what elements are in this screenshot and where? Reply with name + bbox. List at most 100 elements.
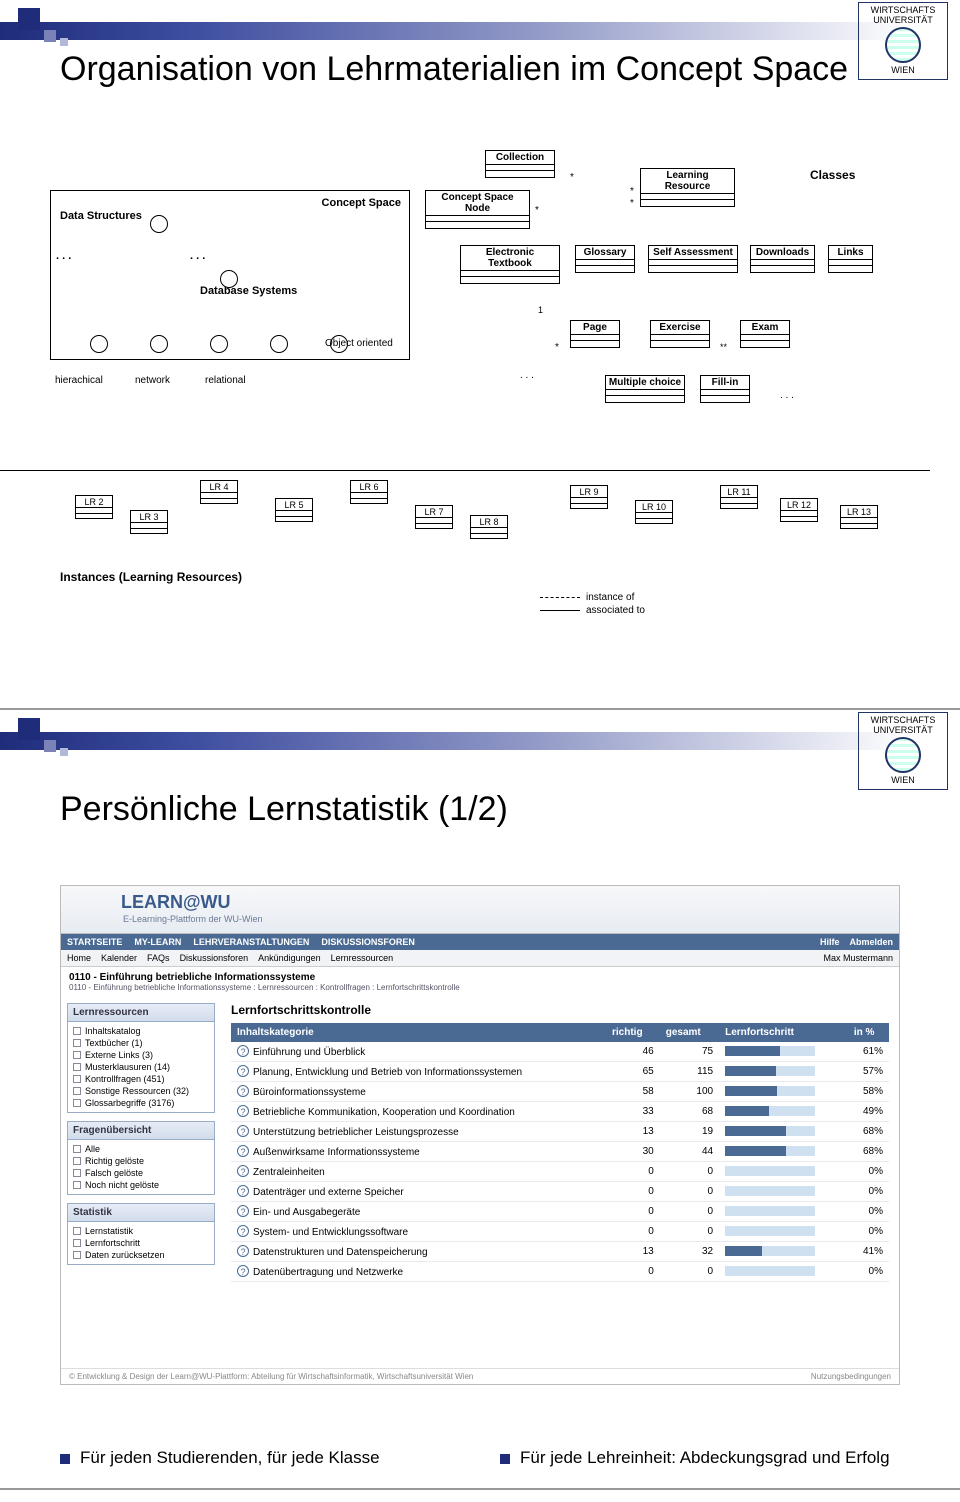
cell-name[interactable]: ?Zentraleinheiten	[231, 1162, 606, 1182]
footer-terms[interactable]: Nutzungsbedingungen	[811, 1372, 891, 1381]
cell-richtig: 13	[606, 1122, 660, 1142]
instances-label: Instances (Learning Resources)	[60, 570, 242, 584]
sidebar-item[interactable]: Lernstatistik	[73, 1225, 209, 1237]
decor-square	[44, 740, 56, 752]
sidebar-item[interactable]: Lernfortschritt	[73, 1237, 209, 1249]
cell-name[interactable]: ?Datenübertragung und Netzwerke	[231, 1262, 606, 1282]
nav-logout[interactable]: Abmelden	[849, 937, 893, 947]
main-content: Lernfortschrittskontrolle Inhaltskategor…	[221, 997, 899, 1288]
wu-logo: WIRTSCHAFTS UNIVERSITÄT WIEN	[858, 2, 948, 80]
links-class: Links	[828, 245, 873, 273]
banner: LEARN@WU E-Learning-Plattform der WU-Wie…	[61, 886, 899, 934]
cell-name[interactable]: ?Ein- und Ausgabegeräte	[231, 1202, 606, 1222]
wu-logo: WIRTSCHAFTS UNIVERSITÄT WIEN	[858, 712, 948, 790]
col-gesamt: gesamt	[660, 1023, 719, 1042]
glossary-class: Glossary	[575, 245, 635, 273]
nav-item[interactable]: STARTSEITE	[67, 937, 122, 947]
page-class: Page	[570, 320, 620, 348]
node-circle	[150, 215, 168, 233]
cell-percent: 49%	[848, 1102, 889, 1122]
question-icon: ?	[237, 1065, 249, 1077]
nav-help[interactable]: Hilfe	[820, 937, 840, 947]
header-gradient-bar	[0, 732, 960, 750]
panel-list: InhaltskatalogTextbücher (1)Externe Link…	[68, 1022, 214, 1112]
cell-bar	[719, 1222, 848, 1242]
cell-gesamt: 68	[660, 1102, 719, 1122]
nav-item[interactable]: DISKUSSIONSFOREN	[321, 937, 415, 947]
header-decor-blocks	[18, 718, 68, 756]
cell-name[interactable]: ?Außenwirksame Informationssysteme	[231, 1142, 606, 1162]
decor-square	[18, 8, 40, 30]
cell-name[interactable]: ?Betriebliche Kommunikation, Kooperation…	[231, 1102, 606, 1122]
cell-gesamt: 0	[660, 1262, 719, 1282]
cell-gesamt: 0	[660, 1222, 719, 1242]
slide-title: Organisation von Lehrmaterialien im Conc…	[60, 50, 848, 89]
dots-label: . . .	[520, 370, 534, 381]
cell-name[interactable]: ?Planung, Entwicklung und Betrieb von In…	[231, 1062, 606, 1082]
decor-square	[18, 718, 40, 740]
sidebar-item[interactable]: Inhaltskatalog	[73, 1025, 209, 1037]
cell-name[interactable]: ?Datenträger und externe Speicher	[231, 1182, 606, 1202]
lr-instance: LR 4	[200, 480, 238, 504]
sidebar-item[interactable]: Richtig gelöste	[73, 1155, 209, 1167]
cell-name[interactable]: ?Büroinformationssysteme	[231, 1082, 606, 1102]
lr-instance: LR 5	[275, 498, 313, 522]
sidebar-item[interactable]: Noch nicht gelöste	[73, 1179, 209, 1191]
subnav-item[interactable]: Lernressourcen	[331, 953, 394, 963]
sidebar-item[interactable]: Musterklausuren (14)	[73, 1061, 209, 1073]
cell-percent: 0%	[848, 1182, 889, 1202]
table-row: ?Ein- und Ausgabegeräte000%	[231, 1202, 889, 1222]
stats-table: Inhaltskategorie richtig gesamt Lernfort…	[231, 1023, 889, 1282]
cell-percent: 0%	[848, 1162, 889, 1182]
cell-percent: 0%	[848, 1222, 889, 1242]
sidebar-item[interactable]: Externe Links (3)	[73, 1049, 209, 1061]
learnwu-screenshot: LEARN@WU E-Learning-Plattform der WU-Wie…	[60, 885, 900, 1385]
main-heading: Lernfortschrittskontrolle	[231, 1003, 889, 1017]
cell-name[interactable]: ?Einführung und Überblick	[231, 1042, 606, 1062]
cell-gesamt: 32	[660, 1242, 719, 1262]
subnav-item[interactable]: Ankündigungen	[258, 953, 321, 963]
sidebar-item[interactable]: Daten zurücksetzen	[73, 1249, 209, 1261]
table-row: ?Datenübertragung und Netzwerke000%	[231, 1262, 889, 1282]
cell-percent: 57%	[848, 1062, 889, 1082]
node-circle	[220, 270, 238, 288]
bullet-square-icon	[500, 1454, 510, 1464]
fill-in-class: Fill-in	[700, 375, 750, 403]
collection-class: Collection	[485, 150, 555, 178]
subnav-item[interactable]: Kalender	[101, 953, 137, 963]
subnav-item[interactable]: Home	[67, 953, 91, 963]
exam-class: Exam	[740, 320, 790, 348]
nav-item[interactable]: LEHRVERANSTALTUNGEN	[193, 937, 309, 947]
decor-square	[60, 748, 68, 756]
sidebar-item[interactable]: Textbücher (1)	[73, 1037, 209, 1049]
sidebar-item[interactable]: Falsch gelöste	[73, 1167, 209, 1179]
sidebar-item[interactable]: Sonstige Ressourcen (32)	[73, 1085, 209, 1097]
lr-instance: LR 11	[720, 485, 758, 509]
sidebar: Lernressourcen InhaltskatalogTextbücher …	[61, 997, 221, 1288]
table-row: ?Datenstrukturen und Datenspeicherung133…	[231, 1242, 889, 1262]
cell-name[interactable]: ?Unterstützung betrieblicher Leistungspr…	[231, 1122, 606, 1142]
table-row: ?Einführung und Überblick467561%	[231, 1042, 889, 1062]
bullet-text: Für jeden Studierenden, für jede Klasse	[80, 1448, 380, 1468]
cell-percent: 41%	[848, 1242, 889, 1262]
nav-item[interactable]: MY-LEARN	[134, 937, 181, 947]
sidebar-item[interactable]: Glossarbegriffe (3176)	[73, 1097, 209, 1109]
panel-lernressourcen: Lernressourcen InhaltskatalogTextbücher …	[67, 1003, 215, 1113]
relational-label: relational	[205, 375, 246, 386]
subnav-item[interactable]: FAQs	[147, 953, 170, 963]
network-label: network	[135, 375, 170, 386]
arrow-dashed-icon	[540, 597, 580, 598]
sidebar-item[interactable]: Alle	[73, 1143, 209, 1155]
subnav-item[interactable]: Diskussionsforen	[180, 953, 249, 963]
lr-instance: LR 3	[130, 510, 168, 534]
sidebar-item[interactable]: Kontrollfragen (451)	[73, 1073, 209, 1085]
cell-name[interactable]: ?System- und Entwicklungssoftware	[231, 1222, 606, 1242]
bullet-item: Für jeden Studierenden, für jede Klasse	[60, 1448, 460, 1468]
question-icon: ?	[237, 1185, 249, 1197]
starstar-mult: **	[720, 342, 727, 352]
cell-richtig: 58	[606, 1082, 660, 1102]
col-richtig: richtig	[606, 1023, 660, 1042]
lr-instance: LR 6	[350, 480, 388, 504]
cell-name[interactable]: ?Datenstrukturen und Datenspeicherung	[231, 1242, 606, 1262]
question-icon: ?	[237, 1145, 249, 1157]
